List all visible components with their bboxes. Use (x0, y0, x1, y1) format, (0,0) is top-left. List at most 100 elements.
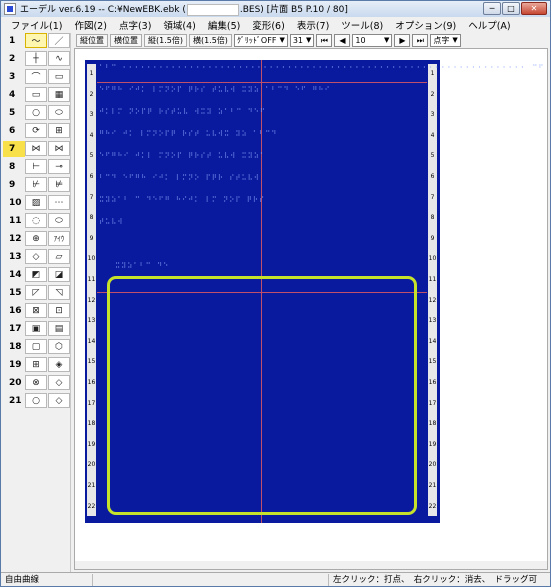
line-number: 5 (430, 152, 435, 160)
line-number: 1 (89, 70, 94, 77)
tool-row: 17 ▣ ▤ (3, 321, 71, 337)
tool-button[interactable]: ⋈ (48, 141, 70, 156)
tool-button[interactable]: ⋯ (48, 195, 70, 210)
last-page-button[interactable]: ⏭ (412, 33, 429, 47)
tool-button[interactable]: ◸ (25, 285, 47, 300)
tool-icon: ○ (32, 107, 40, 118)
menu-transform[interactable]: 変形(6) (252, 18, 284, 32)
maximize-button[interactable]: □ (502, 2, 520, 15)
drawn-rounded-rectangle[interactable] (107, 276, 417, 515)
tool-button[interactable]: ◇ (25, 249, 47, 264)
tool-icon: ⊭ (55, 179, 63, 190)
braille-line: ⠑⠋⠛⠓⠊ ⠚⠅⠇ ⠍⠝⠕⠏ ⠟⠗⠎⠞ ⠥⠧⠺ ⠭⠽⠵⠁ (99, 152, 266, 160)
first-page-button[interactable]: ⏮ (316, 33, 333, 47)
tool-button[interactable]: ⊢ (25, 159, 47, 174)
braille-page[interactable]: 1 2 3 4 5 6 7 8 9 10 11 12 13 14 15 16 17 18 19 20 21 22 1234… (85, 60, 543, 523)
tool-button[interactable]: ▦ (48, 87, 70, 102)
landscape-1-5x-button[interactable]: 横(1.5倍) (188, 33, 232, 47)
tool-button[interactable]: ⌒ (25, 69, 47, 84)
menu-help[interactable]: ヘルプ(A) (468, 18, 510, 32)
tool-button[interactable]: ⊞ (25, 357, 47, 372)
tool-button[interactable]: ／ (48, 33, 70, 48)
page-select[interactable]: 10 ▼ (352, 33, 393, 47)
size-select[interactable]: 31 ▼ (289, 33, 315, 47)
tool-button[interactable]: ⊡ (48, 303, 70, 318)
tool-button[interactable]: ◇ (48, 375, 70, 390)
braille-line: ⠃⠉⠙ ⠑⠋⠛⠓ ⠊⠚⠅ ⠇⠍⠝⠕ ⠏⠟⠗ ⠎⠞⠥⠧⠺ (99, 174, 260, 182)
tool-button[interactable]: ⊸ (48, 159, 70, 174)
tool-button[interactable]: ◩ (25, 267, 47, 282)
tool-button[interactable]: ⊭ (48, 177, 70, 192)
tool-button[interactable]: ┼ (25, 51, 47, 66)
tool-button[interactable]: ▭ (25, 87, 47, 102)
braille-line: ⠛⠓⠊ ⠚⠅ ⠇⠍⠝⠕⠏⠟ ⠗⠎⠞ ⠥⠧⠺⠭ ⠽⠵ ⠁⠃⠉⠙ (99, 130, 278, 138)
grid-select[interactable]: ｸﾞﾘｯﾄﾞOFF ▼ (233, 33, 288, 47)
portrait-button[interactable]: 縦位置 (76, 33, 108, 47)
tool-row-number: 8 (9, 162, 16, 172)
tool-button[interactable]: ▭ (48, 69, 70, 84)
mode-select[interactable]: 点字 ▼ (430, 33, 461, 47)
line-number: 16 (428, 379, 437, 386)
tool-button[interactable]: ⬭ (48, 105, 70, 120)
tool-icon: ▦ (54, 89, 64, 100)
horizontal-scrollbar[interactable] (75, 561, 547, 569)
landscape-button[interactable]: 横位置 (110, 33, 142, 47)
menu-region[interactable]: 領域(4) (163, 18, 195, 32)
line-number: 10 (428, 255, 437, 263)
tool-button[interactable]: ⬡ (48, 339, 70, 354)
tool-button[interactable]: ▱ (48, 249, 70, 264)
tool-button[interactable]: ∿ (48, 51, 70, 66)
tool-button[interactable]: ▤ (48, 321, 70, 336)
tool-button[interactable]: ⊬ (25, 177, 47, 192)
minimize-button[interactable]: ─ (483, 2, 501, 15)
line-number: 15 (428, 358, 437, 366)
window-title: エーデル ver.6.19 -- C:¥NewEBK.ebk (.BES) [片… (20, 2, 348, 16)
tool-button[interactable]: ⟳ (25, 123, 47, 138)
tool-button[interactable]: ⊠ (25, 303, 47, 318)
tool-button[interactable]: ▢ (25, 339, 47, 354)
tool-button[interactable]: ｱｲｳ (48, 231, 70, 246)
tool-button[interactable]: ⊞ (48, 123, 70, 138)
tool-icon: ⋈ (31, 143, 41, 154)
document-canvas[interactable]: 1 2 3 4 5 6 7 8 9 10 11 12 13 14 15 16 17 18 19 20 21 22 1234… (74, 48, 548, 570)
tool-button[interactable]: ◌ (25, 213, 47, 228)
tool-icon: ⊠ (32, 305, 40, 316)
menu-view[interactable]: 表示(7) (297, 18, 329, 32)
tool-icon: ▢ (31, 341, 41, 352)
menu-edit[interactable]: 編集(5) (208, 18, 240, 32)
tool-icon: ◌ (32, 215, 40, 226)
tool-button[interactable]: ◇ (48, 393, 70, 408)
tool-button[interactable]: ⊕ (25, 231, 47, 246)
tool-row: 21 ○ ◇ (3, 393, 71, 409)
next-page-button[interactable]: ▶ (394, 33, 411, 47)
tool-button[interactable]: ◈ (48, 357, 70, 372)
line-number: 12 (87, 296, 96, 304)
line-number: 19 (87, 440, 96, 448)
braille-line: ⠚⠅⠇⠍ ⠝⠕⠏⠟ ⠗⠎⠞⠥⠧ ⠺⠭⠽ ⠵⠁⠃⠉ ⠙⠑⠋ (99, 108, 266, 116)
tool-button[interactable]: ○ (25, 105, 47, 120)
menu-options[interactable]: オプション(9) (395, 18, 456, 32)
tool-button[interactable]: ◪ (48, 267, 70, 282)
next-page-icon: ▶ (399, 35, 406, 45)
tool-button[interactable]: ▣ (25, 321, 47, 336)
tool-icon: ▣ (31, 323, 41, 334)
braille-line: ⠭⠽⠵⠁⠃⠉ ⠙⠑ (115, 262, 170, 270)
menu-draw[interactable]: 作図(2) (74, 18, 106, 32)
tool-button[interactable]: ⋈ (25, 141, 47, 156)
prev-page-button[interactable]: ◀ (334, 33, 351, 47)
tool-button[interactable]: 〜 (25, 33, 47, 48)
tool-icon: ⊗ (32, 377, 40, 388)
tool-button[interactable]: ○ (25, 393, 47, 408)
tool-button[interactable]: ⊗ (25, 375, 47, 390)
line-number: 8 (89, 214, 94, 222)
close-button[interactable]: ✕ (521, 2, 547, 15)
portrait-1-5x-button[interactable]: 縦(1.5倍) (144, 33, 187, 47)
first-page-icon: ⏮ (320, 35, 328, 45)
tool-button[interactable]: ◹ (48, 285, 70, 300)
braille-line: ⠞⠥⠧⠺ (99, 218, 124, 226)
menu-tools[interactable]: ツール(8) (341, 18, 383, 32)
tool-button[interactable]: ⬭ (48, 213, 70, 228)
menu-file[interactable]: ファイル(1) (11, 18, 62, 32)
tool-button[interactable]: ▨ (25, 195, 47, 210)
menu-braille[interactable]: 点字(3) (119, 18, 151, 32)
